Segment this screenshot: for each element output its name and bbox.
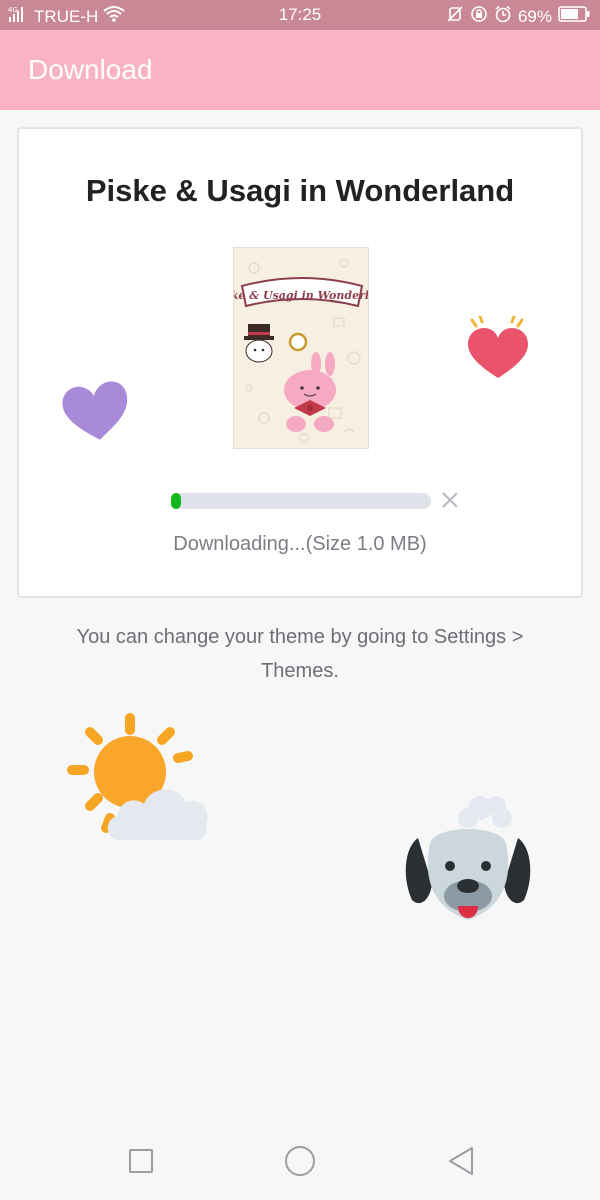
app-bar: Download [0,30,600,110]
purple-heart-icon [60,378,132,449]
close-icon [442,492,458,508]
battery-icon [558,6,590,27]
back-button[interactable] [444,1144,478,1178]
cancel-download-button[interactable] [439,489,461,511]
recent-apps-icon [129,1149,153,1173]
alarm-icon [494,5,512,28]
theme-name: Piske & Usagi in Wonderland [85,173,515,208]
download-progress-fill [171,493,181,509]
sun-behind-cloud-icon [60,708,212,853]
status-bar: 4G TRUE-H 17:25 69% [0,0,600,30]
mute-icon [446,5,464,28]
download-progress-bar [171,493,431,509]
theme-thumbnail[interactable]: Piske & Usagi in Wonderland [233,247,369,449]
back-icon [449,1147,473,1175]
recent-apps-button[interactable] [124,1144,158,1178]
battery-percent: 69% [517,6,552,26]
download-status: Downloading...(Size 1.0 MB) [173,533,427,555]
rotation-lock-icon [470,5,488,28]
dog-icon [400,788,536,945]
status-right: 69% [446,5,590,28]
home-button[interactable] [283,1144,317,1178]
navigation-bar [0,1120,600,1200]
theme-hint: You can change your theme by going to Se… [76,626,524,682]
red-heart-icon [462,314,534,387]
home-icon [285,1146,315,1176]
page-title: Download [28,54,153,85]
thumbnail-title: Piske & Usagi in Wonderland [234,289,369,302]
